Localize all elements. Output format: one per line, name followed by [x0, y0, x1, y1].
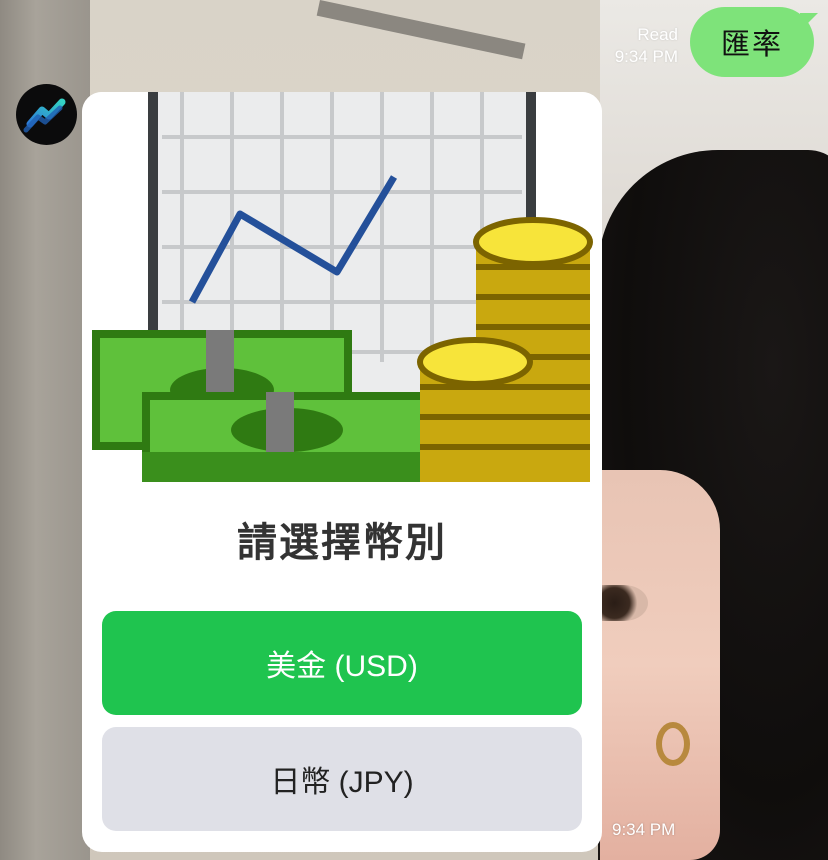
currency-select-card: 請選擇幣別 美金 (USD) 日幣 (JPY) [82, 92, 602, 852]
read-receipt: Read [637, 25, 678, 44]
card-title: 請選擇幣別 [237, 520, 447, 566]
money-chart-illustration [92, 92, 593, 482]
message-time: 9:34 PM [614, 47, 678, 66]
bot-message-time: 9:34 PM [612, 820, 676, 839]
wallpaper-person-face [600, 470, 720, 860]
user-message-bubble[interactable]: 匯率 [690, 7, 814, 77]
jpy-currency-button[interactable]: 日幣 (JPY) [102, 727, 582, 831]
wallpaper-earring [656, 722, 690, 766]
wallpaper-person-eye [600, 585, 648, 621]
card-hero-image [82, 92, 602, 482]
message-meta: Read 9:34 PM [615, 24, 678, 68]
usd-currency-button[interactable]: 美金 (USD) [102, 611, 582, 715]
bot-avatar[interactable] [16, 84, 77, 145]
trend-logo-icon [23, 98, 66, 133]
user-message-text: 匯率 [720, 29, 783, 61]
